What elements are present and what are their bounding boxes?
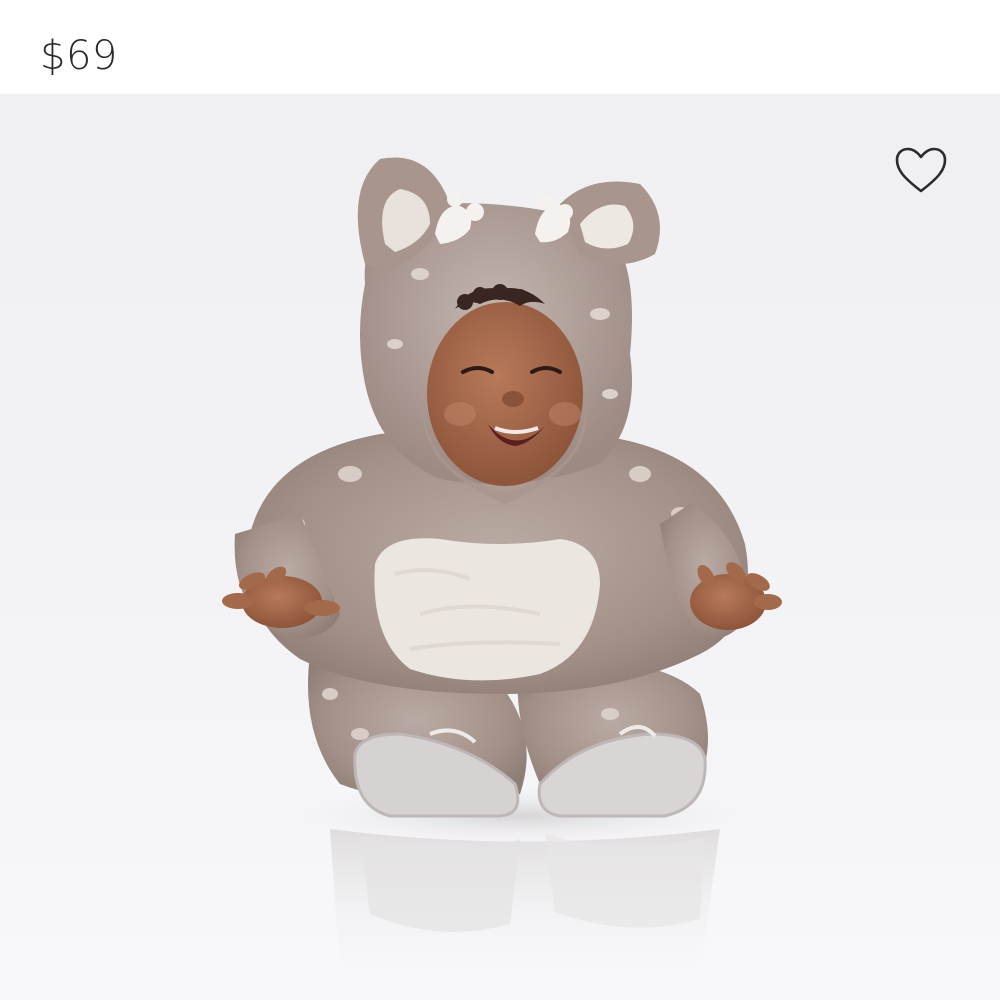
price-header: $69 xyxy=(0,0,1000,94)
product-image[interactable] xyxy=(0,94,1000,1000)
baby-fawn-costume-illustration xyxy=(222,157,782,984)
product-price: $69 xyxy=(40,33,118,79)
belly-patch xyxy=(374,538,600,681)
right-hand xyxy=(690,562,782,630)
heart-outline-icon xyxy=(895,147,947,193)
shoe-reflection-right xyxy=(545,834,705,928)
favorite-button[interactable] xyxy=(894,146,948,196)
